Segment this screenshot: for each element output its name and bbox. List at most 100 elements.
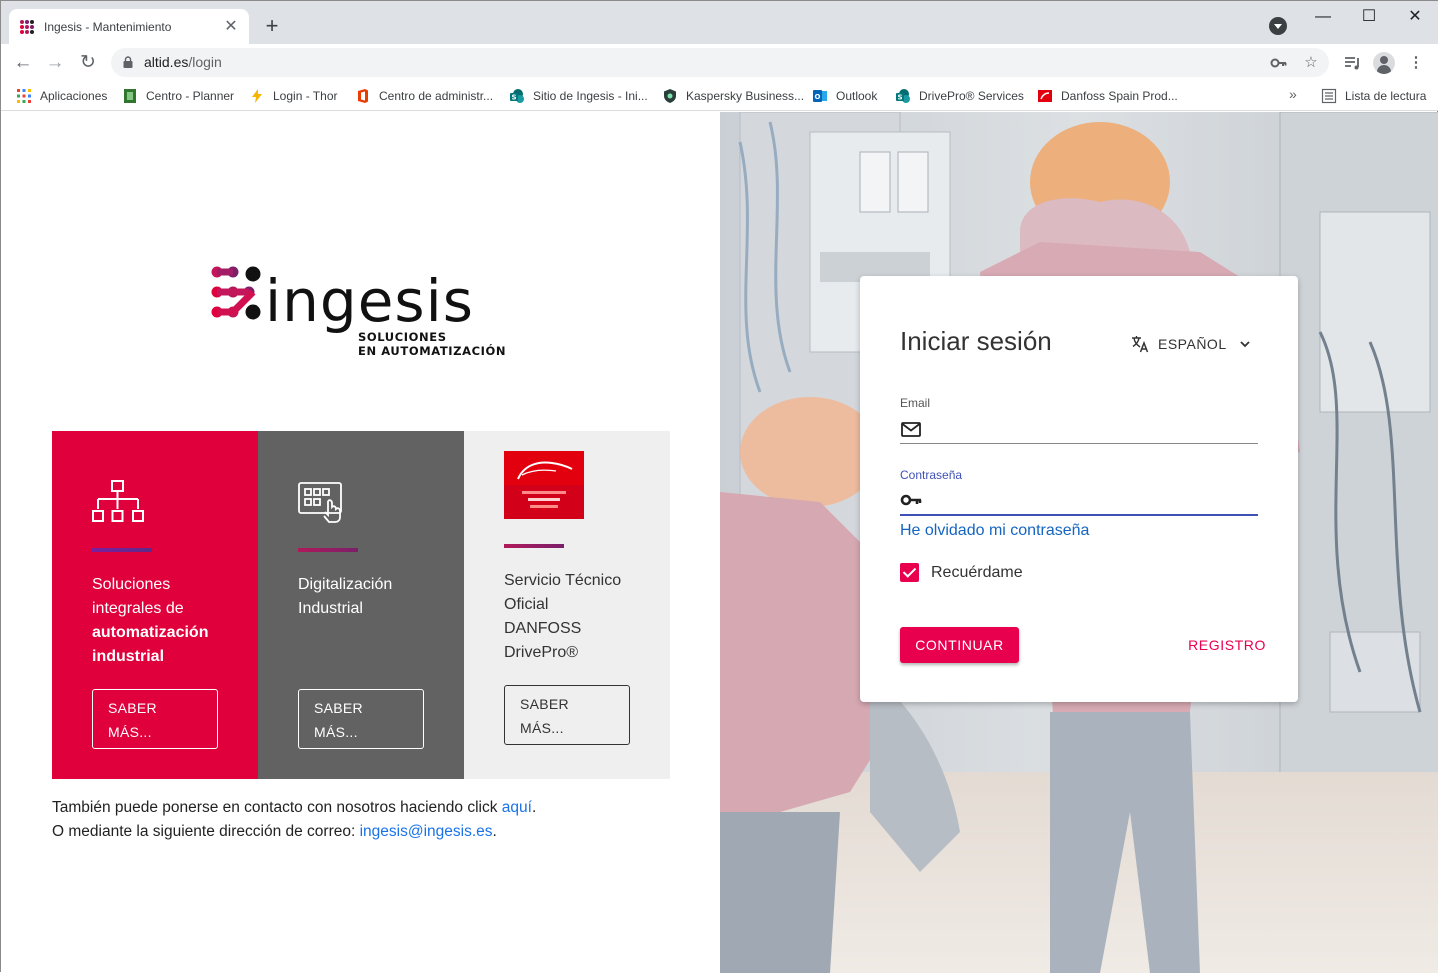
- new-tab-button[interactable]: +: [261, 15, 283, 37]
- bookmark-label: Aplicaciones: [40, 89, 108, 103]
- bookmarks-overflow-icon[interactable]: »: [1289, 86, 1297, 102]
- ingesis-logo-mark-icon: [211, 266, 261, 320]
- kaspersky-icon: [664, 89, 676, 103]
- tab-title: Ingesis - Mantenimiento: [44, 19, 172, 34]
- svg-text:O: O: [815, 93, 821, 101]
- password-input[interactable]: [930, 487, 1258, 513]
- bookmark-aplicaciones[interactable]: Aplicaciones: [16, 87, 107, 105]
- service-cards: Soluciones integrales de automatización …: [52, 431, 670, 779]
- ingesis-logo-word: ingesis: [265, 267, 474, 335]
- bolt-icon: [252, 89, 262, 103]
- danfoss-logo-icon: [504, 451, 584, 519]
- contact-here-link[interactable]: aquí: [502, 799, 532, 816]
- button-label-line2: MÁS...: [108, 724, 152, 740]
- reload-icon[interactable]: ↻: [76, 51, 100, 75]
- bookmark-sharepoint[interactable]: S Sitio de Ingesis - Ini...: [509, 87, 648, 105]
- logo-tagline-line2: EN AUTOMATIZACIÓN: [358, 344, 507, 358]
- button-label-line1: SABER: [108, 700, 157, 716]
- saber-mas-button[interactable]: SABER MÁS...: [298, 689, 424, 749]
- outlook-icon: O: [813, 90, 827, 102]
- reading-list-button[interactable]: Lista de lectura: [1321, 87, 1426, 105]
- star-icon[interactable]: ☆: [1301, 53, 1321, 73]
- minimize-button[interactable]: —: [1308, 7, 1338, 27]
- svg-text:S: S: [511, 94, 516, 102]
- remember-label: Recuérdame: [931, 563, 1023, 581]
- bookmark-outlook[interactable]: O Outlook: [812, 87, 877, 105]
- email-input[interactable]: [930, 415, 1258, 442]
- card-text: Servicio Técnico Oficial DANFOSS DrivePr…: [504, 572, 622, 661]
- address-bar[interactable]: altid.es/login ☆: [111, 48, 1329, 77]
- card-text: Soluciones integrales de automatización …: [92, 573, 242, 669]
- media-control-icon[interactable]: [1341, 52, 1363, 74]
- back-icon[interactable]: ←: [11, 51, 35, 75]
- tab-close-icon[interactable]: ✕: [223, 18, 239, 35]
- key-icon: [900, 494, 922, 506]
- mail-icon: [901, 421, 921, 437]
- bookmark-kaspersky[interactable]: Kaspersky Business...: [662, 87, 804, 105]
- bookmark-label: Login - Thor: [273, 89, 338, 103]
- bookmark-label: Sitio de Ingesis - Ini...: [533, 89, 648, 103]
- key-icon[interactable]: [1269, 53, 1289, 73]
- svg-text:S: S: [897, 94, 902, 102]
- card-text-bold: automatización industrial: [92, 624, 209, 665]
- chevron-down-icon: [1239, 341, 1250, 348]
- email-label: Email: [900, 396, 931, 410]
- bookmark-label: Centro de administr...: [379, 89, 494, 103]
- bookmark-label: DrivePro® Services: [919, 89, 1024, 103]
- org-chart-icon: [92, 480, 144, 522]
- card-danfoss: Servicio Técnico Oficial DANFOSS DrivePr…: [464, 431, 670, 779]
- continue-button[interactable]: CONTINUAR: [900, 627, 1019, 663]
- contact-email-link[interactable]: ingesis@ingesis.es: [360, 823, 493, 840]
- sharepoint-icon: S: [510, 89, 524, 103]
- password-label: Contraseña: [900, 468, 963, 482]
- close-window-button[interactable]: ✕: [1400, 7, 1430, 27]
- saber-mas-button[interactable]: SABER MÁS...: [504, 685, 630, 745]
- sharepoint-icon: S: [896, 89, 910, 103]
- bookmark-office[interactable]: Centro de administr...: [355, 87, 493, 105]
- remember-checkbox[interactable]: [900, 563, 919, 582]
- tab-search-icon[interactable]: [1269, 17, 1287, 35]
- bookmark-drivepro[interactable]: S DrivePro® Services: [895, 87, 1024, 105]
- danfoss-icon: [1038, 90, 1052, 102]
- bookmark-label: Danfoss Spain Prod...: [1061, 89, 1178, 103]
- card-accent-line: [92, 548, 152, 552]
- contact-punct: .: [531, 799, 537, 816]
- bookmark-label: Kaspersky Business...: [686, 89, 805, 103]
- bookmarks-bar: Aplicaciones Centro - Planner Login - Th…: [1, 81, 1438, 111]
- remember-me[interactable]: Recuérdame: [900, 563, 1023, 582]
- bookmark-thor[interactable]: Login - Thor: [249, 87, 337, 105]
- language-selector[interactable]: ESPAÑOL: [1130, 334, 1251, 354]
- contact-line-2: O mediante la siguiente dirección de cor…: [52, 820, 536, 844]
- bookmark-label: Outlook: [836, 89, 878, 103]
- card-text: Digitalización Industrial: [298, 576, 393, 617]
- office-icon: [358, 89, 368, 103]
- contact-punct: .: [492, 823, 497, 840]
- button-label-line2: MÁS...: [520, 720, 564, 736]
- planner-icon: [124, 89, 136, 103]
- forgot-password-link[interactable]: He olvidado mi contraseña: [900, 522, 1089, 540]
- lock-icon: [123, 56, 133, 68]
- profile-avatar-icon[interactable]: [1373, 52, 1395, 74]
- reading-list-icon: [1321, 88, 1337, 104]
- url-text: altid.es/login: [144, 54, 222, 70]
- bookmark-planner[interactable]: Centro - Planner: [122, 87, 234, 105]
- forward-icon[interactable]: →: [43, 51, 67, 75]
- browser-window: Ingesis - Mantenimiento ✕ + — ☐ ✕ ← → ↻ …: [0, 0, 1438, 973]
- card-digitalizacion: Digitalización Industrial SABER MÁS...: [258, 431, 464, 779]
- login-card: Iniciar sesión ESPAÑOL Email Contraseña …: [860, 276, 1298, 702]
- bookmark-danfoss[interactable]: Danfoss Spain Prod...: [1037, 87, 1178, 105]
- translate-icon: [1132, 336, 1149, 353]
- menu-kebab-icon[interactable]: ⋮: [1405, 52, 1427, 74]
- tab-strip: Ingesis - Mantenimiento ✕ + — ☐ ✕: [1, 1, 1438, 44]
- left-panel: ingesis SOLUCIONES EN AUTOMATIZACIÓN Sol…: [1, 112, 720, 973]
- card-automatizacion: Soluciones integrales de automatización …: [52, 431, 258, 779]
- contact-line-1: También puede ponerse en contacto con no…: [52, 796, 536, 820]
- card-accent-line: [504, 544, 564, 548]
- right-panel: Iniciar sesión ESPAÑOL Email Contraseña …: [720, 112, 1438, 973]
- tab-active[interactable]: Ingesis - Mantenimiento ✕: [9, 9, 249, 44]
- register-button[interactable]: REGISTRO: [1166, 627, 1266, 663]
- apps-grid-icon: [17, 89, 31, 103]
- maximize-button[interactable]: ☐: [1354, 7, 1384, 27]
- ingesis-favicon-icon: [20, 19, 34, 34]
- saber-mas-button[interactable]: SABER MÁS...: [92, 689, 218, 749]
